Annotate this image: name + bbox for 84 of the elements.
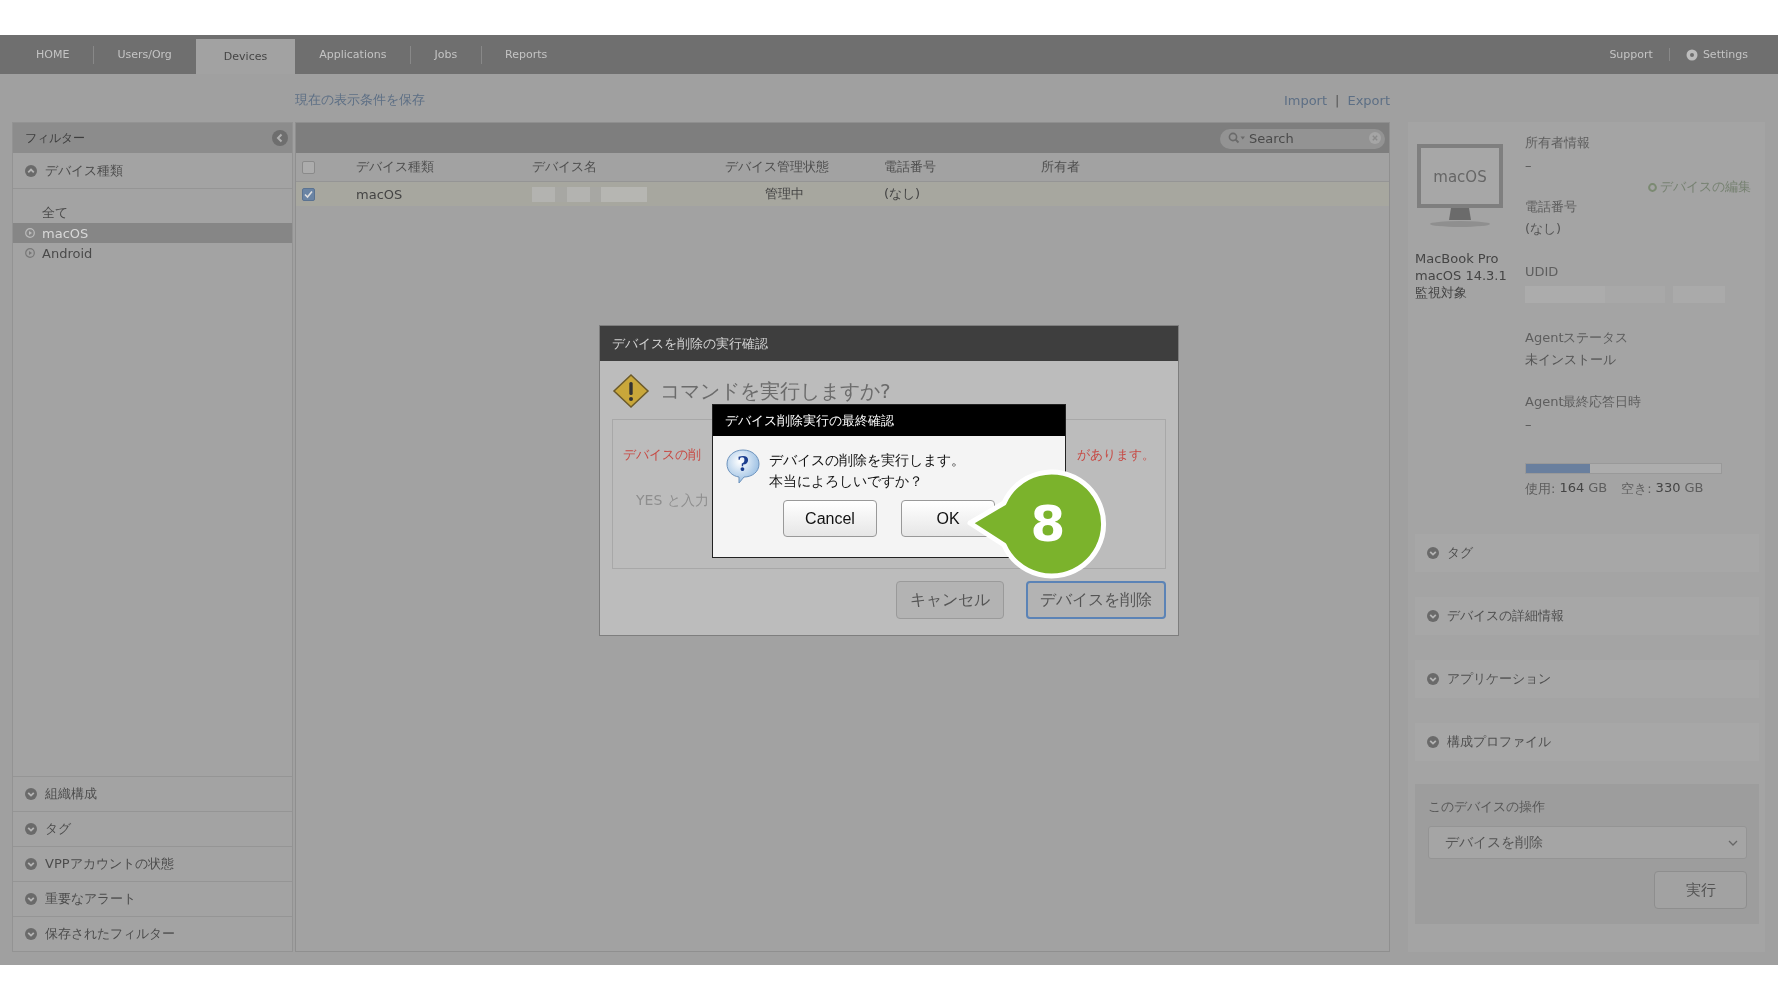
nav-tab[interactable]: HOME [12, 35, 94, 74]
filter-section-header[interactable]: VPPアカウントの状態 [13, 846, 292, 881]
field-label: 電話番号 [1525, 198, 1578, 216]
filter-section-title: VPPアカウントの状態 [45, 855, 174, 873]
warning-text: デバイスの削 [623, 446, 701, 464]
play-circle-icon [25, 228, 35, 238]
filter-section-header[interactable]: デバイス種類 [13, 153, 292, 189]
storage-label: 空き: [1621, 480, 1652, 498]
dialog-message: 本当によろしいですか？ [769, 472, 924, 491]
filter-section-title: デバイス種類 [45, 161, 123, 180]
filter-section-header[interactable]: 保存されたフィルター [13, 916, 292, 951]
import-link[interactable]: Import [1283, 92, 1328, 108]
table-cell-text: macOS [356, 186, 404, 202]
dialog-title: デバイス削除実行の最終確認 [713, 405, 1065, 436]
dialog-title: デバイスを削除の実行確認 [600, 326, 1178, 361]
row-checkbox[interactable] [302, 187, 315, 201]
cancel-button[interactable]: キャンセル [896, 581, 1004, 619]
filter-section-header[interactable]: 重要なアラート [13, 881, 292, 916]
operations-title: このデバイスの操作 [1428, 799, 1545, 814]
collapse-icon[interactable] [272, 130, 288, 146]
filter-item[interactable]: 全て [13, 203, 292, 223]
dialog-message: デバイスの削除を実行します。 [769, 451, 965, 470]
nav-tab[interactable]: Jobs [410, 35, 482, 74]
field-label: UDID [1525, 262, 1560, 281]
circle-icon [1648, 182, 1657, 192]
field-label: Agent最終応答日時 [1525, 393, 1643, 411]
detail-section-title: 構成プロファイル [1447, 733, 1551, 751]
filter-section-title: タグ [45, 820, 71, 838]
nav-tab[interactable]: Applications [295, 35, 411, 74]
filter-title: フィルター [25, 129, 85, 147]
device-summary-line: MacBook Pro [1415, 250, 1500, 267]
table-cell-text: 管理中 [764, 185, 805, 203]
filter-section-header[interactable]: タグ [13, 811, 292, 846]
caret-icon [1728, 839, 1738, 846]
nav-tab[interactable]: Users/Org [93, 35, 196, 74]
device-summary-line: 監視対象 [1415, 284, 1468, 301]
export-link[interactable]: Export [1347, 92, 1390, 108]
column-header[interactable]: 電話番号 [884, 158, 1041, 176]
storage-value: 164 [1559, 480, 1585, 497]
field-label: 所有者情報 [1525, 134, 1591, 152]
field-value: – [1525, 415, 1533, 434]
search-icon [1228, 132, 1246, 144]
nav-link[interactable]: Support [1609, 48, 1653, 61]
filter-section-title: 保存されたフィルター [45, 925, 175, 943]
run-button[interactable]: 実行 [1654, 871, 1747, 909]
operation-select[interactable]: デバイスを削除 [1428, 826, 1747, 859]
column-header[interactable]: デバイス管理状態 [725, 158, 884, 176]
dialog-heading: コマンドを実行しますか? [660, 377, 891, 405]
column-header[interactable]: デバイス種類 [356, 158, 532, 176]
cancel-button[interactable]: Cancel [783, 500, 877, 537]
table-row[interactable]: macOS 管理中 (なし) [296, 182, 1389, 206]
clear-icon[interactable] [1369, 132, 1381, 144]
detail-section-title: アプリケーション [1447, 670, 1551, 688]
device-summary-line: macOS 14.3.1 [1415, 267, 1508, 284]
question-icon: ? [725, 448, 761, 484]
link-separator: | [1335, 92, 1340, 108]
filter-item[interactable]: Android [13, 243, 292, 263]
warning-text: があります。 [1077, 446, 1155, 464]
storage-unit: GB [1684, 480, 1704, 497]
filter-section-title: 重要なアラート [45, 890, 136, 908]
storage-label: 使用: [1525, 480, 1556, 498]
search-field[interactable]: Search [1220, 128, 1385, 149]
field-value: – [1525, 156, 1533, 175]
nav-tab[interactable]: Reports [481, 35, 572, 74]
storage-unit: GB [1588, 480, 1608, 497]
warning-icon [612, 373, 650, 409]
detail-section-title: タグ [1447, 544, 1473, 562]
save-view-link[interactable]: 現在の表示条件を保存 [295, 91, 425, 109]
delete-button[interactable]: デバイスを削除 [1026, 581, 1166, 619]
filter-section-header[interactable]: 組織構成 [13, 776, 292, 811]
select-all-checkbox[interactable] [302, 160, 315, 174]
filter-section-title: 組織構成 [45, 785, 97, 803]
field-value: (なし) [1525, 220, 1563, 238]
detail-section-title: デバイスの詳細情報 [1447, 607, 1564, 625]
field-value: 未インストール [1525, 351, 1617, 369]
filter-item[interactable]: macOS [13, 223, 292, 243]
nav-link[interactable]: Settings [1702, 48, 1748, 61]
column-header[interactable]: デバイス名 [532, 158, 725, 176]
settings-icon [1685, 48, 1698, 61]
table-cell-text: (なし) [884, 185, 922, 203]
column-header[interactable]: 所有者 [1041, 158, 1389, 176]
storage-value: 330 [1655, 480, 1681, 497]
nav-tab[interactable]: Devices [195, 39, 296, 74]
play-circle-icon [25, 248, 35, 258]
